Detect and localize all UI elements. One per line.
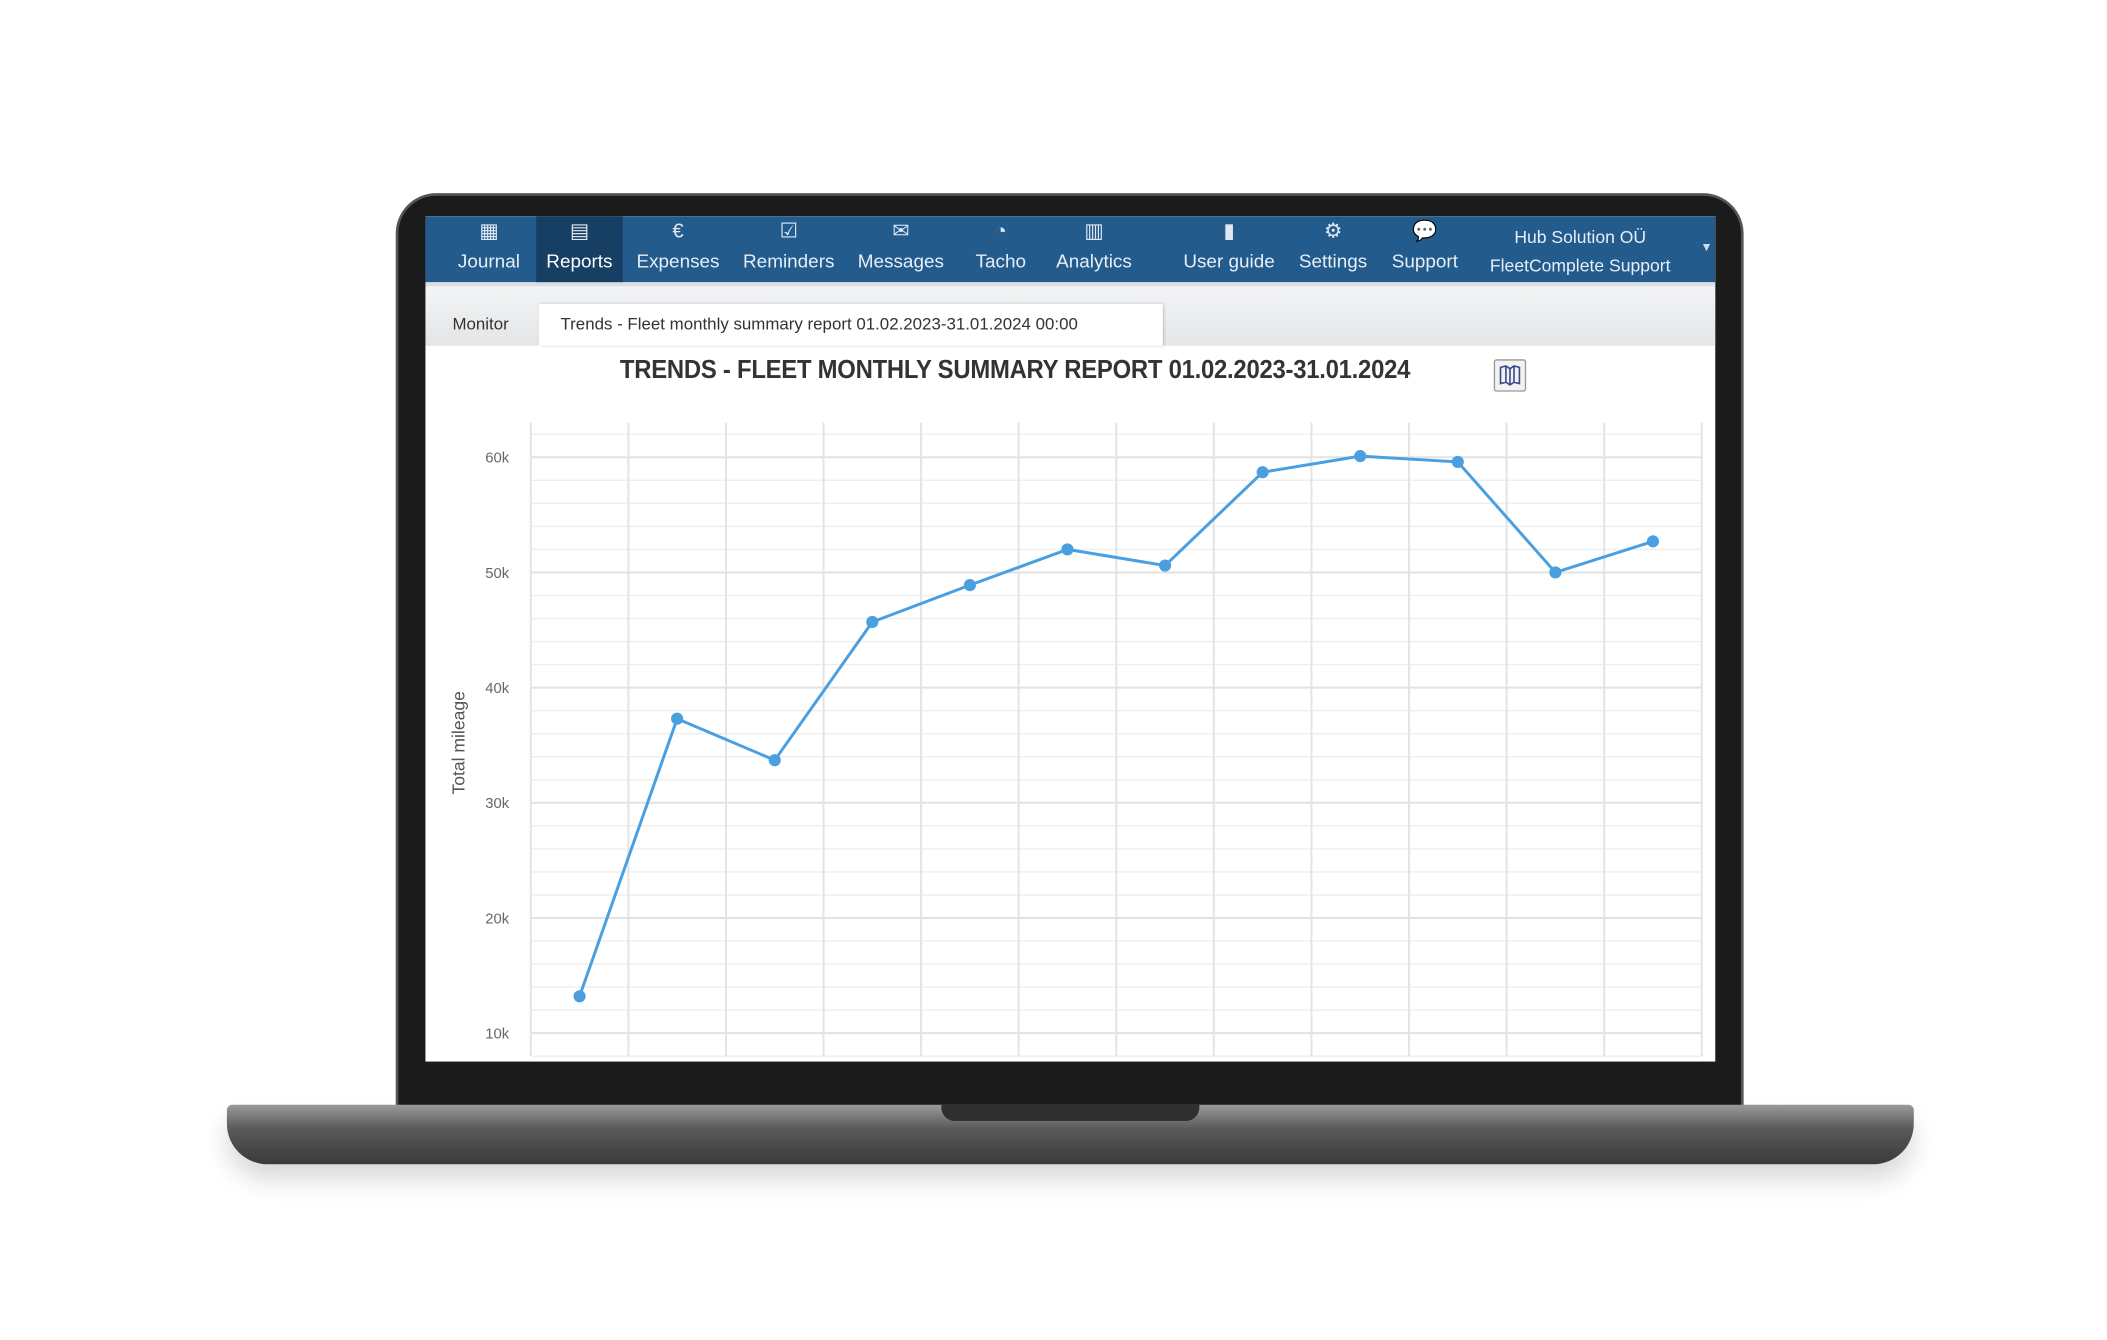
app-screen: Hub Solution OÜ FleetComplete Support ▼ … (425, 216, 1716, 1062)
y-tick-label: 40k (485, 681, 510, 697)
data-point (1256, 466, 1269, 479)
data-point (671, 712, 684, 725)
data-point (1158, 559, 1172, 572)
data-point (1646, 535, 1660, 548)
y-tick-label: 60k (485, 451, 510, 467)
data-point (1451, 455, 1464, 468)
data-point (1354, 450, 1367, 463)
line-chart: 10k 20k 30k 40k 50k 60k Total mileage (449, 422, 1703, 1057)
y-axis-label: Total mileage (449, 691, 469, 794)
y-tick-label: 10k (485, 1027, 510, 1043)
data-point (866, 615, 879, 629)
data-point (963, 579, 976, 592)
data-point (1061, 543, 1074, 556)
y-tick-label: 50k (485, 566, 510, 582)
y-tick-label: 20k (485, 911, 510, 927)
data-point (768, 754, 781, 767)
laptop-notch (941, 1104, 1200, 1121)
data-point (1549, 566, 1562, 579)
laptop-mockup: Hub Solution OÜ FleetComplete Support ▼ … (0, 0, 2107, 1340)
y-tick-label: 30k (485, 796, 510, 812)
data-point (573, 990, 586, 1003)
